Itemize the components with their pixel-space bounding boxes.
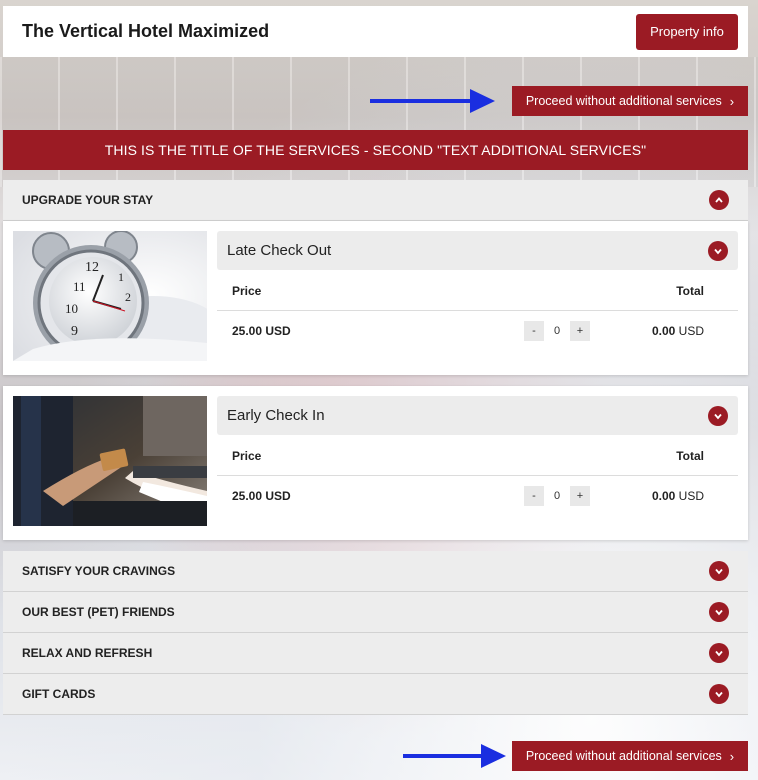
hotel-name: The Vertical Hotel Maximized <box>22 21 270 41</box>
service-header-early-check-in[interactable]: Early Check In <box>217 396 738 435</box>
quantity-value: 0 <box>553 325 561 337</box>
chevron-down-icon[interactable] <box>708 240 728 261</box>
chevron-down-icon[interactable] <box>709 602 729 622</box>
total-header: Total <box>676 449 704 463</box>
quantity-stepper: - 0 + <box>524 321 590 341</box>
chevron-right-icon: › <box>729 748 735 764</box>
service-header-late-check-out[interactable]: Late Check Out <box>217 231 738 270</box>
quantity-value: 0 <box>553 490 561 502</box>
divider <box>217 310 738 311</box>
proceed-button-bottom[interactable]: Proceed without additional services › <box>512 741 748 771</box>
chevron-down-icon[interactable] <box>709 561 729 581</box>
increment-button[interactable]: + <box>570 486 590 506</box>
svg-text:1: 1 <box>118 270 124 284</box>
decrement-button[interactable]: - <box>524 321 544 341</box>
section-gift-cards[interactable]: GIFT CARDS <box>3 674 748 715</box>
svg-text:11: 11 <box>73 279 86 294</box>
section-label: UPGRADE YOUR STAY <box>22 193 154 207</box>
chevron-right-icon: › <box>729 93 735 109</box>
section-label: GIFT CARDS <box>22 687 96 701</box>
total-currency: USD <box>678 324 704 338</box>
service-card-early-check-in: Early Check In Price Total 25.00 USD - 0… <box>3 386 748 540</box>
svg-text:9: 9 <box>71 324 78 339</box>
increment-button[interactable]: + <box>570 321 590 341</box>
total-header: Total <box>676 284 704 298</box>
proceed-button-top[interactable]: Proceed without additional services › <box>512 86 748 116</box>
proceed-label: Proceed without additional services <box>525 94 722 108</box>
service-name: Early Check In <box>227 407 325 424</box>
price-header: Price <box>232 284 262 298</box>
chevron-down-icon[interactable] <box>709 684 729 704</box>
total-value: 0.00 USD <box>652 489 704 503</box>
section-label: SATISFY YOUR CRAVINGS <box>22 564 176 578</box>
divider <box>217 475 738 476</box>
header: The Vertical Hotel Maximized Property in… <box>3 6 748 57</box>
svg-text:2: 2 <box>125 290 131 304</box>
section-our-best-pet-friends[interactable]: OUR BEST (PET) FRIENDS <box>3 592 748 633</box>
service-name: Late Check Out <box>227 242 332 259</box>
price-value: 25.00 USD <box>232 324 291 338</box>
section-label: RELAX AND REFRESH <box>22 646 153 660</box>
card-handover-image <box>13 396 207 526</box>
section-upgrade-your-stay[interactable]: UPGRADE YOUR STAY <box>3 180 748 221</box>
total-amount: 0.00 <box>651 489 676 503</box>
section-satisfy-your-cravings[interactable]: SATISFY YOUR CRAVINGS <box>3 551 748 592</box>
price-header: Price <box>232 449 262 463</box>
price-value: 25.00 USD <box>232 489 291 503</box>
section-label: OUR BEST (PET) FRIENDS <box>22 605 175 619</box>
services-title: THIS IS THE TITLE OF THE SERVICES - SECO… <box>3 130 748 170</box>
svg-text:10: 10 <box>65 301 78 316</box>
chevron-down-icon[interactable] <box>708 405 728 426</box>
chevron-up-icon[interactable] <box>709 190 729 210</box>
arrow-right-icon <box>370 89 495 113</box>
quantity-stepper: - 0 + <box>524 486 590 506</box>
svg-text:12: 12 <box>85 260 99 275</box>
proceed-label: Proceed without additional services <box>525 749 722 763</box>
arrow-right-icon <box>403 744 506 768</box>
section-relax-and-refresh[interactable]: RELAX AND REFRESH <box>3 633 748 674</box>
chevron-down-icon[interactable] <box>709 643 729 663</box>
decrement-button[interactable]: - <box>524 486 544 506</box>
service-card-late-check-out: 12 1 2 11 10 9 Late Check Out Price Tota… <box>3 221 748 375</box>
total-value: 0.00 USD <box>652 324 704 338</box>
total-amount: 0.00 <box>651 324 676 338</box>
total-currency: USD <box>678 489 704 503</box>
alarm-clock-image: 12 1 2 11 10 9 <box>13 231 207 361</box>
property-info-button[interactable]: Property info <box>636 13 738 50</box>
